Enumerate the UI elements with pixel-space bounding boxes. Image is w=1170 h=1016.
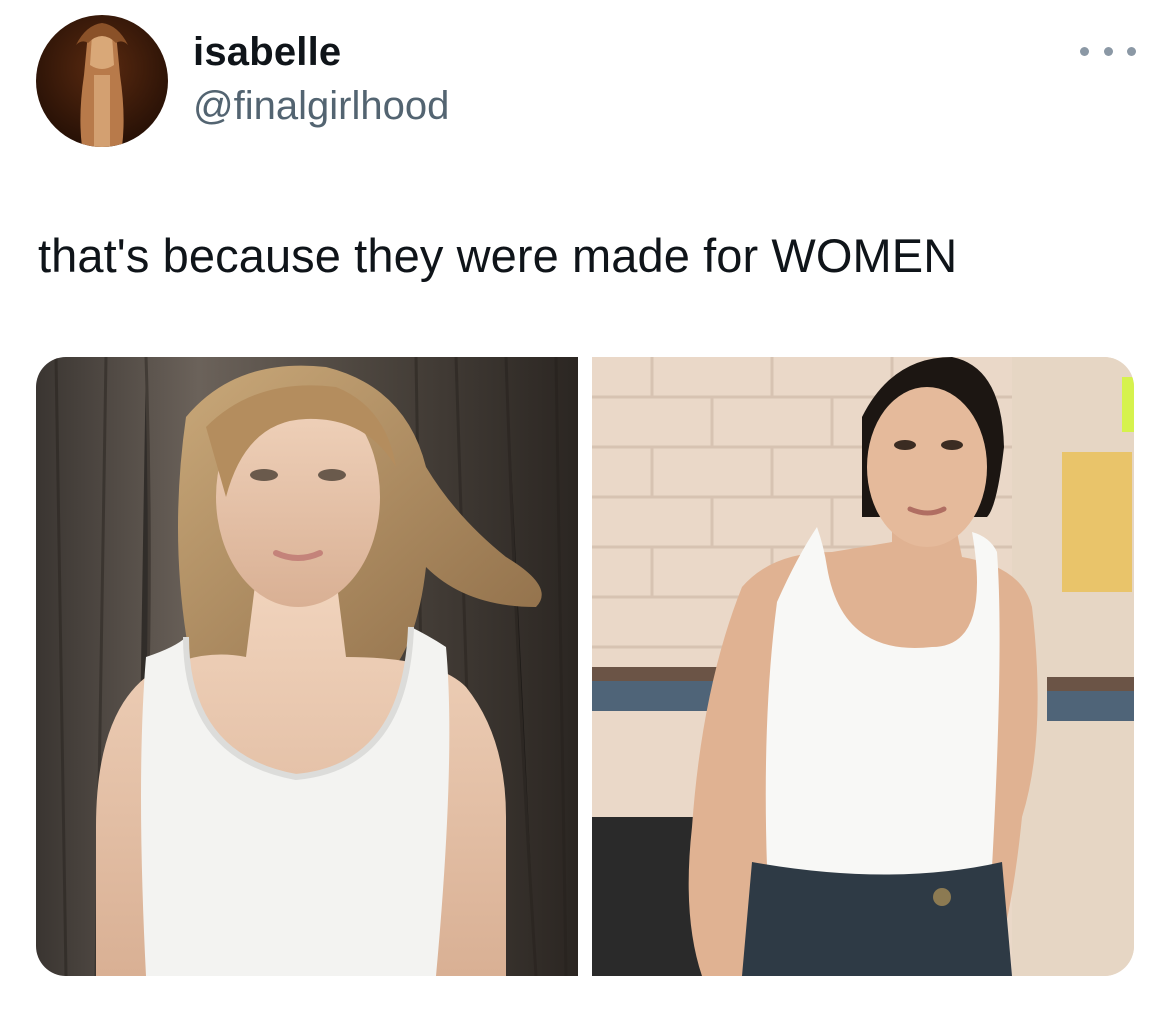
author-display-name[interactable]: isabelle [193,30,341,75]
tweet-text: that's because they were made for WOMEN [38,229,958,282]
more-options-icon[interactable] [1080,36,1136,66]
photo-right[interactable] [592,357,1134,976]
tweet[interactable]: isabelle @finalgirlhood that's because t… [0,0,1170,1016]
avatar-photo-icon [36,15,168,147]
photo-woman-brick-wall-icon [592,357,1134,976]
photo-woman-tree-icon [36,357,578,976]
dot [1127,46,1136,56]
dot [1103,46,1113,56]
photo-left[interactable] [36,357,578,976]
author-handle[interactable]: @finalgirlhood [193,84,449,129]
author-avatar[interactable] [36,15,168,147]
tweet-media[interactable] [36,357,1134,976]
dot [1080,46,1089,56]
